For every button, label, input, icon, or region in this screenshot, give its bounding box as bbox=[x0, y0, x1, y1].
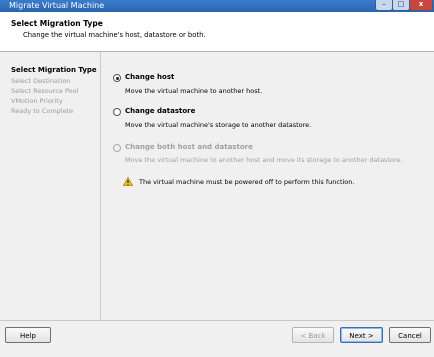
page-subtitle: Change the virtual machine's host, datas… bbox=[23, 31, 206, 39]
title-bar[interactable]: Migrate Virtual Machine – □ x bbox=[0, 0, 434, 12]
change-datastore-description: Move the virtual machine's storage to an… bbox=[125, 121, 312, 129]
wizard-header: Select Migration Type Change the virtual… bbox=[0, 12, 434, 52]
wizard-footer: Help < Back Next > Cancel bbox=[0, 320, 434, 357]
change-host-radio[interactable] bbox=[113, 74, 121, 82]
change-both-radio bbox=[113, 144, 121, 152]
step-select-migration-type[interactable]: Select Migration Type bbox=[11, 66, 97, 74]
step-vmotion-priority: VMotion Priority bbox=[11, 97, 63, 105]
close-button[interactable]: x bbox=[409, 0, 433, 11]
step-select-destination: Select Destination bbox=[11, 77, 71, 85]
maximize-button[interactable]: □ bbox=[392, 0, 410, 11]
close-icon: x bbox=[418, 0, 424, 8]
window-title: Migrate Virtual Machine bbox=[9, 1, 105, 10]
next-button[interactable]: Next > bbox=[340, 327, 383, 343]
back-button[interactable]: < Back bbox=[292, 327, 334, 343]
help-button[interactable]: Help bbox=[5, 327, 51, 343]
change-both-label: Change both host and datastore bbox=[125, 143, 253, 151]
change-datastore-radio[interactable] bbox=[113, 108, 121, 116]
change-datastore-label[interactable]: Change datastore bbox=[125, 107, 195, 115]
step-select-resource-pool: Select Resource Pool bbox=[11, 87, 79, 95]
warning-text: The virtual machine must be powered off … bbox=[139, 178, 355, 186]
change-host-label[interactable]: Change host bbox=[125, 73, 174, 81]
step-ready-to-complete: Ready to Complete bbox=[11, 107, 74, 115]
minimize-icon: – bbox=[382, 0, 386, 8]
change-both-description: Move the virtual machine to another host… bbox=[125, 156, 403, 164]
change-host-description: Move the virtual machine to another host… bbox=[125, 87, 263, 95]
maximize-icon: □ bbox=[397, 0, 405, 8]
wizard-steps: Select Migration Type Select Destination… bbox=[0, 52, 101, 320]
page-title: Select Migration Type bbox=[11, 19, 103, 28]
warning-icon bbox=[123, 177, 133, 186]
minimize-button[interactable]: – bbox=[375, 0, 393, 11]
wizard-content: Change host Move the virtual machine to … bbox=[101, 52, 434, 320]
cancel-button[interactable]: Cancel bbox=[389, 327, 431, 343]
